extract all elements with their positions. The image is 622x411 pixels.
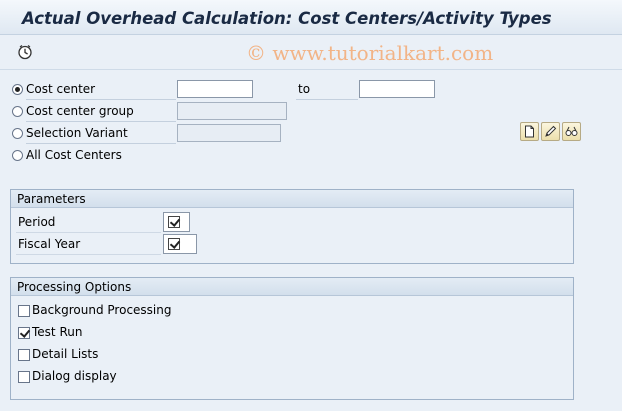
period-checkbox[interactable] [168, 216, 180, 228]
fiscal-year-checkbox[interactable] [168, 238, 180, 250]
divider [16, 232, 161, 233]
radio-selection-variant[interactable] [12, 128, 23, 139]
label-all-cost-centers: All Cost Centers [26, 148, 122, 162]
fiscal-year-field[interactable] [163, 234, 197, 254]
label-period: Period [18, 215, 56, 229]
label-selection-variant: Selection Variant [26, 126, 128, 140]
divider [26, 99, 176, 100]
divider [26, 121, 176, 122]
label-cost-center-group: Cost center group [26, 104, 134, 118]
execute-clock-icon[interactable] [17, 44, 33, 60]
label-background-processing: Background Processing [32, 303, 172, 317]
selection-variant-input[interactable] [177, 124, 281, 142]
display-variant-icon[interactable] [562, 122, 581, 141]
label-test-run: Test Run [32, 325, 83, 339]
processing-options-title: Processing Options [17, 280, 132, 294]
divider [26, 143, 176, 144]
watermark: © www.tutorialkart.com [246, 41, 494, 65]
cost-center-to-input[interactable] [359, 80, 435, 98]
label-detail-lists: Detail Lists [32, 347, 99, 361]
radio-cost-center-group[interactable] [12, 106, 23, 117]
background-processing-checkbox[interactable] [18, 305, 30, 317]
parameters-header: Parameters [11, 190, 573, 208]
test-run-checkbox[interactable] [18, 327, 30, 339]
processing-options-header: Processing Options [11, 278, 573, 296]
cost-center-group-input[interactable] [177, 102, 287, 120]
label-to: to [298, 82, 311, 96]
label-cost-center: Cost center [26, 82, 96, 96]
parameters-group: Parameters Period Fiscal Year [10, 189, 574, 264]
parameters-title: Parameters [17, 192, 86, 206]
change-variant-icon[interactable] [541, 122, 560, 141]
create-variant-icon[interactable] [520, 122, 539, 141]
detail-lists-checkbox[interactable] [18, 349, 30, 361]
radio-cost-center[interactable] [12, 84, 23, 95]
radio-all-cost-centers[interactable] [12, 150, 23, 161]
divider [16, 254, 161, 255]
label-dialog-display: Dialog display [32, 369, 117, 383]
cost-center-from-input[interactable] [177, 80, 253, 98]
label-fiscal-year: Fiscal Year [18, 237, 81, 251]
divider [296, 99, 358, 100]
page-title: Actual Overhead Calculation: Cost Center… [22, 9, 552, 28]
title-bar: Actual Overhead Calculation: Cost Center… [0, 0, 622, 35]
period-field[interactable] [163, 212, 190, 232]
processing-options-group: Processing Options Background Processing… [10, 277, 574, 400]
dialog-display-checkbox[interactable] [18, 371, 30, 383]
